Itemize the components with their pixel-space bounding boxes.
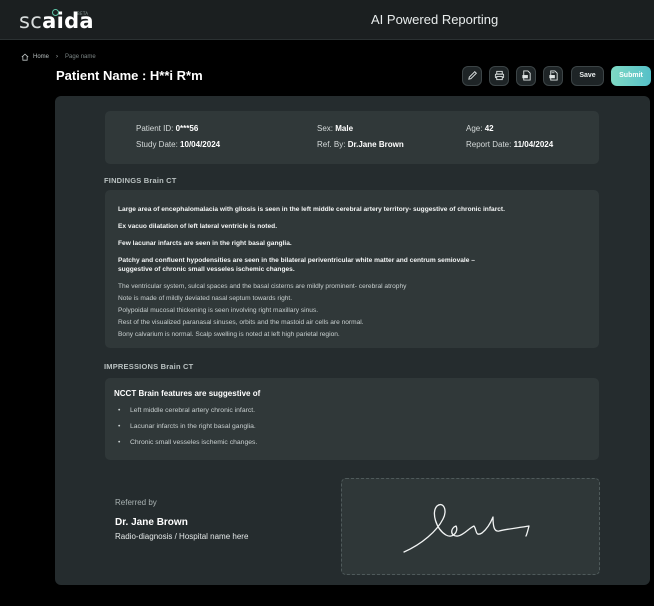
impression-text: Lacunar infarcts in the right basal gang… [130,423,256,430]
study-date-label: Study Date: [136,140,178,149]
logo-dot-icon [52,9,59,16]
report-date-field: Report Date: 11/04/2024 [466,140,553,149]
save-button[interactable]: Save [571,65,604,86]
signature-box[interactable] [341,478,600,575]
impression-item: • Lacunar infarcts in the right basal gan… [118,423,256,430]
finding-item: Rest of the visualized paranasal sinuses… [118,319,364,326]
report-toolbar: Save Submit [462,65,651,86]
edit-button[interactable] [462,65,482,86]
home-icon [21,53,29,61]
submit-button[interactable]: Submit [611,65,651,86]
finding-bold-item: Few lacunar infarcts are seen in the rig… [118,240,292,247]
impressions-heading: NCCT Brain features are suggestive of [114,389,261,398]
impressions-label: IMPRESSIONS Brain CT [104,362,194,371]
study-date-value: 10/04/2024 [180,140,221,149]
age-label: Age: [466,124,483,133]
finding-bold-item: Patchy and confluent hypodensities are s… [118,257,475,273]
study-date-field: Study Date: 10/04/2024 [136,140,220,149]
sex-label: Sex: [317,124,334,133]
printer-icon [494,70,504,81]
patient-id-field: Patient ID: 0***56 [136,124,198,133]
ref-by-value: Dr.Jane Brown [347,140,404,149]
bullet: • [118,407,121,414]
breadcrumb: Home › Page name [21,52,96,62]
doctor-name: Dr. Jane Brown [115,517,188,528]
print-button[interactable] [489,65,509,86]
finding-item: Note is made of mildly deviated nasal se… [118,295,293,302]
document-icon [548,70,558,81]
finding-item: Bony calvarium is normal. Scalp swelling… [118,331,340,338]
patient-id-value: 0***56 [175,124,199,133]
impressions-card[interactable]: NCCT Brain features are suggestive of • L… [105,378,599,460]
breadcrumb-separator: › [56,54,59,60]
referred-by-label: Referred by [115,498,157,507]
ref-by-field: Ref. By: Dr.Jane Brown [317,140,404,149]
finding-item: The ventricular system, sulcal spaces an… [118,283,407,290]
finding-bold-item: Large area of encephalomalacia with glio… [118,206,505,213]
report-date-label: Report Date: [466,140,512,149]
impression-text: Chronic small vesseles ischemic changes. [130,439,258,446]
app-title: AI Powered Reporting [371,12,499,27]
impression-text: Left middle cerebral artery chronic infa… [130,407,256,414]
report-panel: Patient ID: 0***56 Sex: Male Age: 42 Stu… [55,96,650,585]
age-value: 42 [484,124,494,133]
signature-image [403,504,530,553]
impression-item: • Left middle cerebral artery chronic inf… [118,407,255,414]
bullet: • [118,439,121,446]
ref-by-label: Ref. By: [317,140,346,149]
finding-bold-item: Ex vacuo dilatation of left lateral vent… [118,223,278,230]
patient-id-label: Patient ID: [136,124,174,133]
report-date-value: 11/04/2024 [513,140,554,149]
breadcrumb-current: Page name [65,54,96,60]
logo-prefix: sc [19,9,43,33]
age-field: Age: 42 [466,124,494,133]
pdf-file-icon [521,70,531,81]
sex-value: Male [335,124,354,133]
scaida-logo[interactable]: scaida BETA [19,9,94,33]
findings-card[interactable]: Large area of encephalomalacia with glio… [105,190,599,348]
download-doc-button[interactable] [543,65,563,86]
top-bar: scaida BETA AI Powered Reporting [0,0,654,40]
patient-info-card: Patient ID: 0***56 Sex: Male Age: 42 Stu… [105,111,599,164]
sex-field: Sex: Male [317,124,353,133]
doctor-department: Radio-diagnosis / Hospital name here [115,532,249,541]
pencil-icon [467,71,477,80]
finding-item: Polypoidal mucosal thickening is seen in… [118,307,319,314]
logo-badge: BETA [77,11,89,16]
findings-label: FINDINGS Brain CT [104,176,177,185]
bullet: • [118,423,121,430]
page-title: Patient Name : H**i R*m [56,68,203,83]
download-pdf-button[interactable] [516,65,536,86]
impression-item: • Chronic small vesseles ischemic changes… [118,439,257,446]
breadcrumb-home[interactable]: Home [33,54,49,60]
